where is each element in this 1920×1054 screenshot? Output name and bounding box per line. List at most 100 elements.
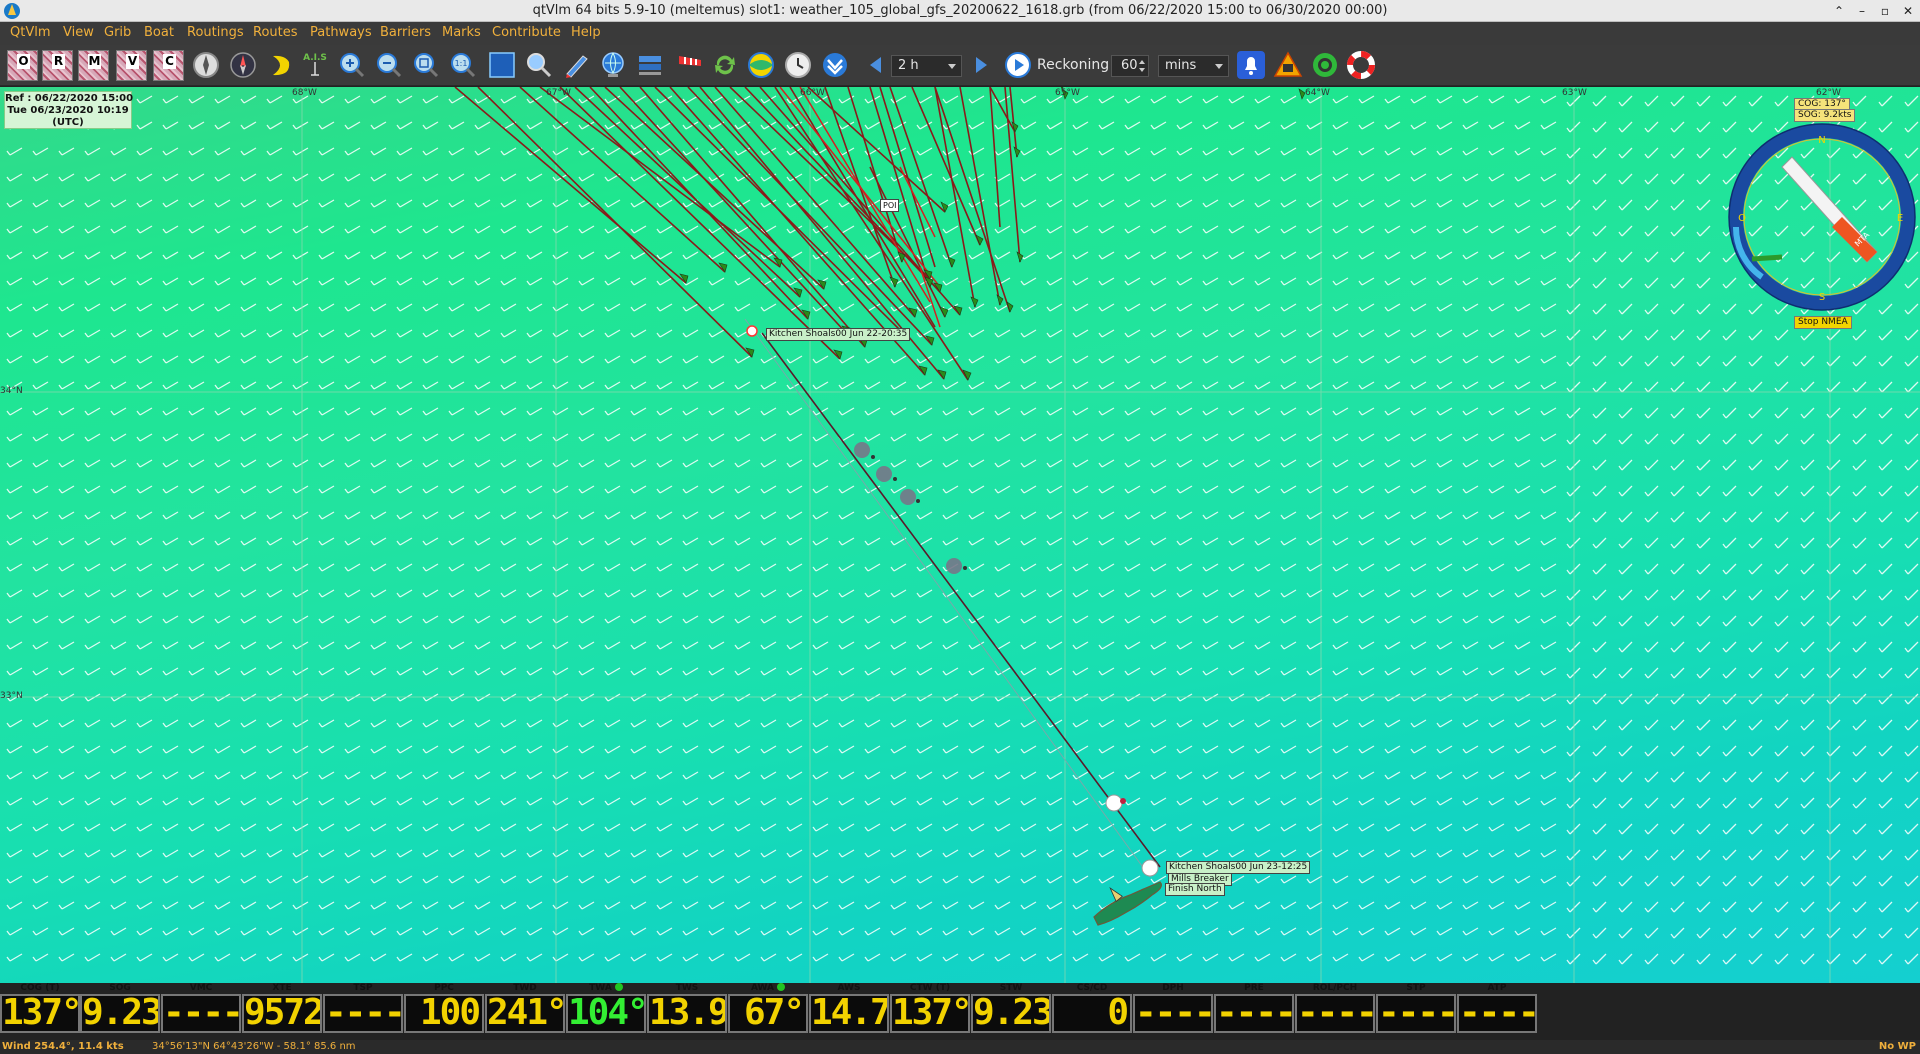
stop-nmea-button[interactable]: Stop NMEA (1794, 316, 1852, 329)
grib-r-button[interactable]: R (42, 50, 73, 81)
grib-o-label: O (17, 54, 30, 69)
clock-icon[interactable] (783, 50, 813, 80)
longitude-label: 63°W (1562, 88, 1587, 98)
globe-icon[interactable] (598, 50, 628, 80)
measure-pencil-icon[interactable] (561, 50, 591, 80)
instrument-label-text: TWA (589, 983, 612, 993)
chevron-down-icon (1215, 64, 1223, 69)
reckoning-unit-select[interactable]: mins (1158, 55, 1229, 77)
cursor-position: 34°56'13"N 64°43'26"W - 58.1° 85.6 nm (152, 1041, 356, 1052)
boat-heading-icon[interactable] (228, 50, 258, 80)
zoom-selection-icon[interactable] (411, 50, 441, 80)
instrument-value: 104° (566, 994, 646, 1033)
weather-globe-icon[interactable] (746, 50, 776, 80)
zoom-in-icon[interactable] (337, 50, 367, 80)
time-step-value: 2 h (898, 58, 919, 73)
alarm-bell-icon[interactable] (1236, 50, 1266, 80)
window-maximize-button[interactable]: ▫ (1876, 2, 1894, 20)
instrument-label: TWA (566, 983, 646, 993)
menu-routings[interactable]: Routings (187, 25, 244, 40)
route-label-kitchen-shoals-start[interactable]: Kitchen Shoals00 Jun 22-20:35 (766, 328, 911, 341)
instrument-label: AWA (728, 983, 808, 993)
latitude-label: 33°N (0, 691, 23, 701)
menu-help[interactable]: Help (571, 25, 601, 40)
menu-view[interactable]: View (63, 25, 94, 40)
map-area-icon[interactable] (487, 50, 517, 80)
menu-routes[interactable]: Routes (253, 25, 298, 40)
instrument-label: AWS (837, 983, 861, 993)
grib-m-button[interactable]: M (78, 50, 109, 81)
instrument-label: TSP (353, 983, 373, 993)
grib-v-label: V (126, 54, 139, 69)
grib-c-button[interactable]: C (153, 50, 184, 81)
menu-marks[interactable]: Marks (442, 25, 481, 40)
ais-button[interactable]: A.I.S (300, 50, 330, 80)
longitude-label: 65°W (1055, 88, 1080, 98)
instrument-label: VMC (189, 983, 213, 993)
grib-m-label: M (88, 54, 101, 69)
instrument-value: 100 (404, 994, 484, 1033)
instrument-label: SOG (109, 983, 131, 993)
time-step-select[interactable]: 2 h (891, 55, 962, 77)
layers-icon[interactable] (635, 50, 665, 80)
instrument-value: 13.9 (647, 994, 727, 1033)
compass-icon[interactable] (191, 50, 221, 80)
instrument-label: STW (999, 983, 1023, 993)
zoom-1to1-icon[interactable]: 1:1 (448, 50, 478, 80)
chevron-down-icon (948, 64, 956, 69)
poi-marker[interactable]: POI (880, 199, 900, 212)
menu-contribute[interactable]: Contribute (492, 25, 561, 40)
next-step-icon[interactable] (966, 50, 996, 80)
longitude-label: 67°W (546, 88, 571, 98)
instrument-label: ATP (1487, 983, 1507, 993)
windsock-icon[interactable] (675, 50, 705, 80)
spin-up-icon[interactable] (1139, 60, 1145, 64)
longitude-label: 64°W (1305, 88, 1330, 98)
compass-rose[interactable]: MTA N S E O (1728, 123, 1916, 311)
target-icon[interactable] (1310, 50, 1340, 80)
navigation-mode-icon[interactable] (820, 50, 850, 80)
qtvlm-window: qtVlm 64 bits 5.9-10 (meltemus) slot1: w… (0, 0, 1920, 1054)
zoom-out-icon[interactable] (374, 50, 404, 80)
timezone: (UTC) (52, 117, 84, 128)
routing-fan (454, 87, 1021, 381)
grib-c-label: C (163, 54, 176, 69)
route-waypoints (746, 325, 1159, 877)
night-mode-icon[interactable] (265, 50, 295, 80)
window-minimize-button[interactable]: – (1853, 2, 1871, 20)
instrument-value: 241° (485, 994, 565, 1033)
spin-down-icon[interactable] (1139, 68, 1145, 72)
window-title: qtVlm 64 bits 5.9-10 (meltemus) slot1: w… (532, 3, 1388, 18)
warning-icon[interactable] (1273, 50, 1303, 80)
menu-grib[interactable]: Grib (104, 25, 131, 40)
lifebuoy-icon[interactable] (1346, 50, 1376, 80)
ref-date: Ref : 06/22/2020 15:00 (5, 93, 134, 104)
play-animation-icon[interactable] (1003, 50, 1033, 80)
instrument-panel: COG (T) 137° SOG 9.23 VMC ---- XTE 9572 TSP -… (0, 983, 1920, 1040)
chart-map[interactable]: MTA N S E O 68°W 67°W 66°W 65°W 64°W 63°… (0, 87, 1920, 983)
menu-boat[interactable]: Boat (144, 25, 174, 40)
grib-v-button[interactable]: V (116, 50, 147, 81)
instrument-value: 137° (890, 994, 970, 1033)
refresh-icon[interactable] (710, 50, 740, 80)
search-icon[interactable] (524, 50, 554, 80)
menu-qtvlm[interactable]: QtVlm (10, 25, 51, 40)
instrument-label: CS/CD (1076, 983, 1108, 993)
reckoning-spinbox[interactable]: 60 (1111, 55, 1149, 77)
instrument-label: TWD (513, 983, 537, 993)
latitude-label: 34°N (0, 386, 23, 396)
instrument-value: 0 (1052, 994, 1132, 1033)
grib-o-button[interactable]: O (7, 50, 38, 81)
menu-pathways[interactable]: Pathways (310, 25, 372, 40)
svg-text:N: N (1818, 135, 1825, 146)
window-shade-button[interactable]: ⌃ (1830, 2, 1848, 20)
instrument-label: ROL/PCH (1312, 983, 1358, 993)
menu-barriers[interactable]: Barriers (380, 25, 431, 40)
window-close-button[interactable]: ✕ (1899, 2, 1917, 20)
routes-layer: MTA N S E O (0, 87, 1920, 983)
main-route-line (761, 332, 1161, 868)
instrument-value: 14.7 (809, 994, 889, 1033)
mark-finish-north[interactable]: Finish North (1165, 883, 1225, 896)
previous-step-icon[interactable] (861, 50, 891, 80)
instrument-label: XTE (272, 983, 292, 993)
